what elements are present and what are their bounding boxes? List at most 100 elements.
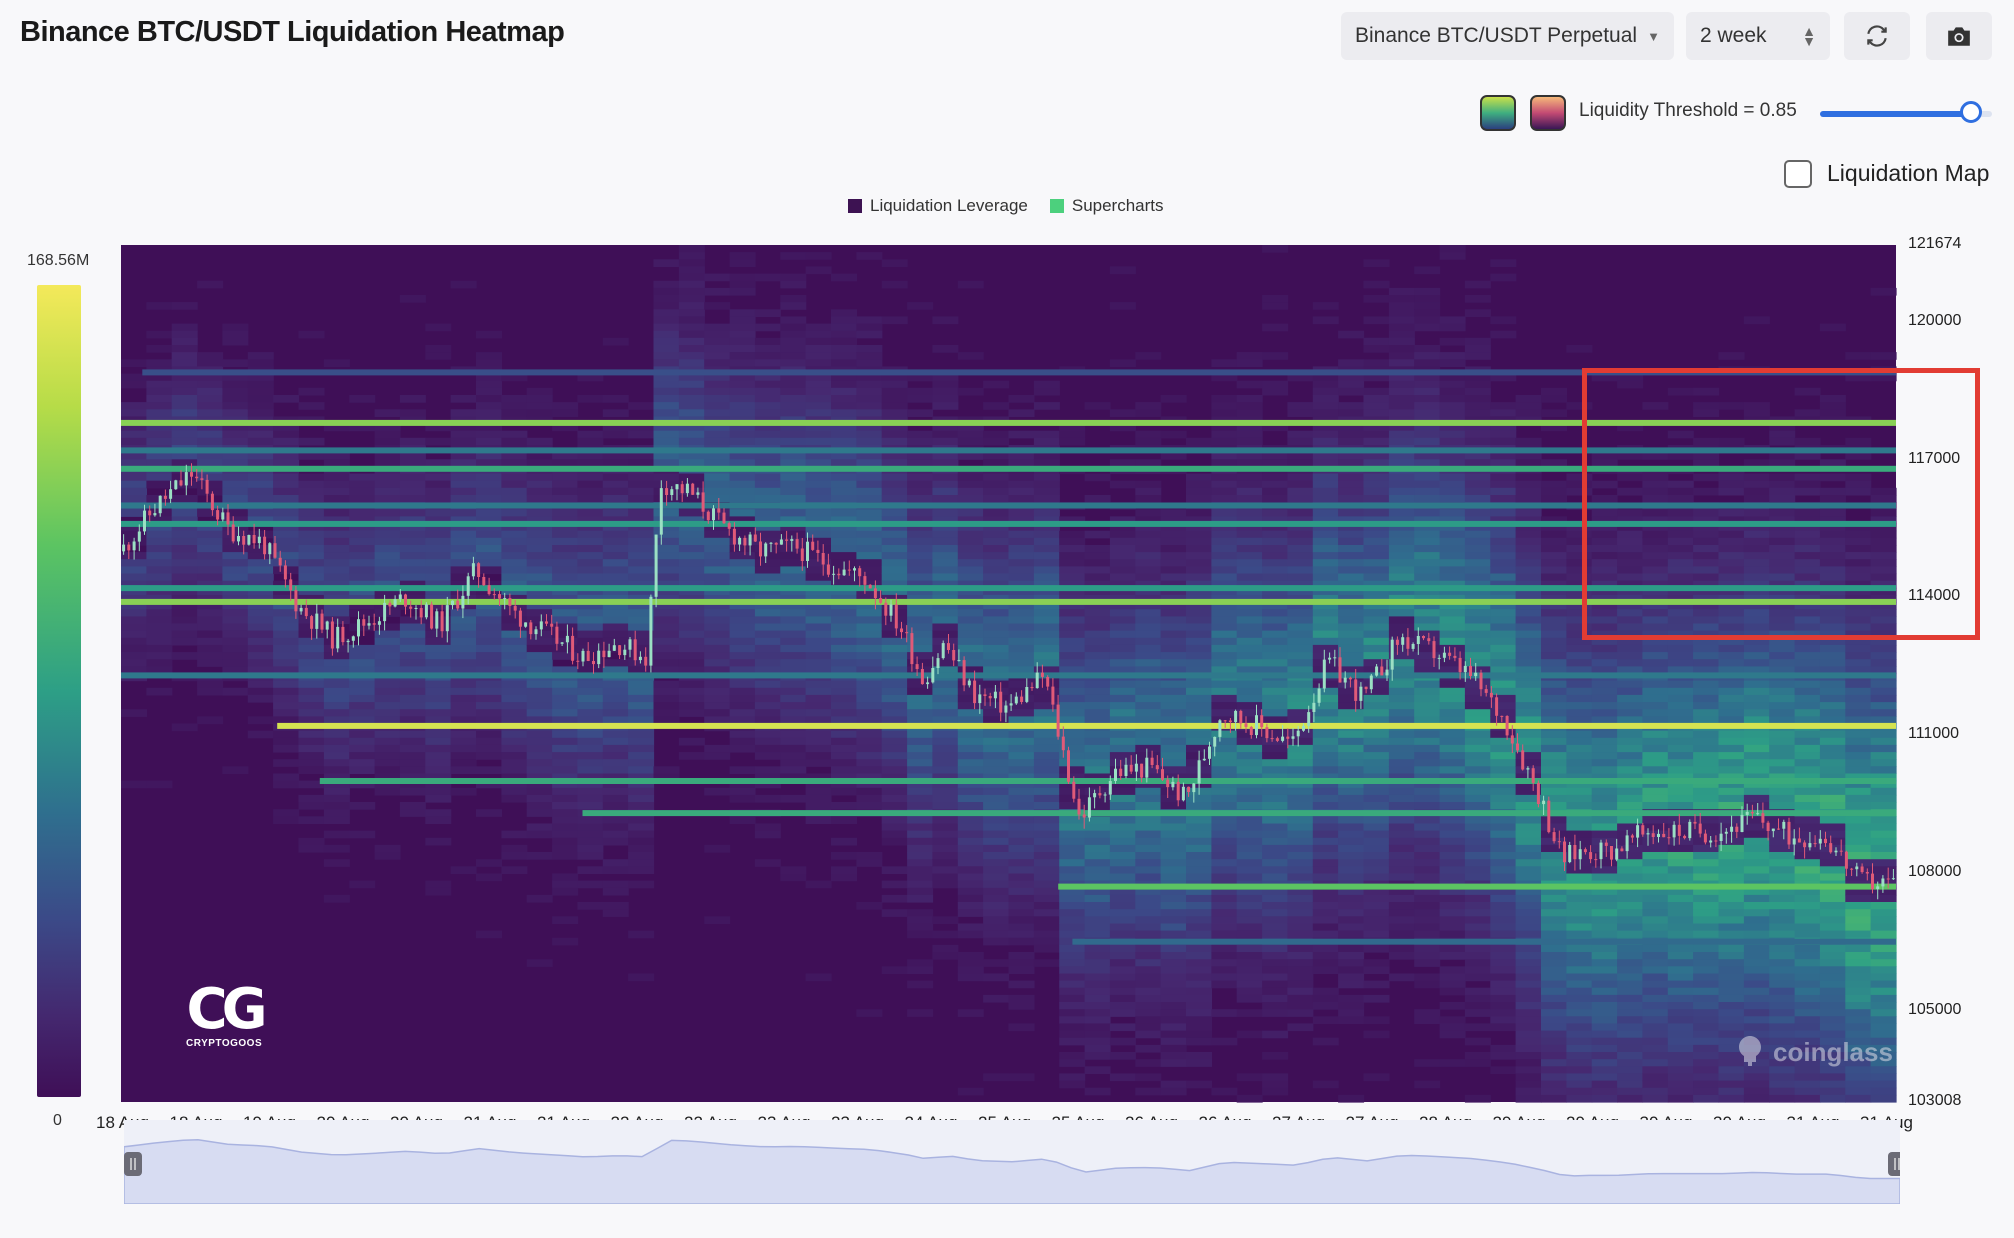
heatmap-cell <box>1388 709 1415 717</box>
heatmap-cell <box>476 680 502 689</box>
heatmap-cell <box>1059 759 1086 767</box>
heatmap-cell <box>628 495 655 503</box>
heatmap-cell <box>678 659 705 667</box>
heatmap-cell <box>323 730 350 739</box>
heatmap-cell <box>831 737 857 746</box>
heatmap-cell <box>1490 659 1517 667</box>
heatmap-cell <box>1287 802 1314 810</box>
heatmap-cell <box>323 487 350 496</box>
heatmap-cell <box>526 752 553 760</box>
heatmap-cell <box>1363 852 1390 860</box>
heatmap-cell <box>450 652 477 660</box>
heatmap-cell <box>602 687 629 696</box>
heatmap-cell <box>121 430 147 439</box>
heatmap-cell <box>856 616 883 625</box>
heatmap-cell <box>1414 345 1441 353</box>
heatmap-cell <box>399 295 426 303</box>
heatmap-cell <box>602 837 629 846</box>
heatmap-cell <box>653 509 680 517</box>
heatmap-cell <box>1515 1002 1542 1010</box>
heatmap-cell <box>1743 1016 1770 1024</box>
heatmap-cell <box>704 487 731 496</box>
heatmap-cell <box>1667 1087 1694 1096</box>
heatmap-cell <box>780 730 807 739</box>
heatmap-cell <box>323 659 350 667</box>
heatmap-cell <box>729 345 756 353</box>
heatmap-cell <box>1667 952 1694 960</box>
heatmap-cell <box>1236 1009 1263 1017</box>
heatmap-cell <box>1236 409 1263 417</box>
heatmap-cell <box>932 437 959 446</box>
heatmap-cell <box>1312 852 1339 860</box>
heatmap-cell <box>1033 530 1060 539</box>
heatmap-cell <box>1515 694 1542 703</box>
heatmap-cell <box>1135 559 1162 567</box>
heatmap-cell <box>1490 966 1517 974</box>
heatmap-cell <box>653 309 680 317</box>
heatmap-cell <box>704 430 731 439</box>
heatmap-cell <box>1541 644 1567 653</box>
heatmap-cell <box>121 437 147 446</box>
heatmap-cell <box>856 652 883 660</box>
heatmap-cell <box>323 737 350 746</box>
heatmap-cell <box>1008 566 1035 575</box>
heatmap-cell <box>1515 766 1542 774</box>
heatmap-cell <box>1566 987 1593 996</box>
heatmap-cell <box>805 794 832 803</box>
heatmap-cell <box>1667 1059 1694 1067</box>
heatmap-cell <box>704 659 731 667</box>
heatmap-cell <box>425 794 452 803</box>
heatmap-cell <box>831 552 857 560</box>
heatmap-cell <box>729 287 756 296</box>
heatmap-cell <box>856 559 883 567</box>
heatmap-cell <box>1338 637 1365 646</box>
heatmap-cell <box>425 487 452 496</box>
heatmap-cell <box>1490 1052 1517 1060</box>
heatmap-cell <box>1211 552 1238 560</box>
heatmap-cell <box>1236 637 1263 646</box>
heatmap-cell <box>628 759 655 767</box>
heatmap-cell <box>957 959 984 967</box>
heatmap-cell <box>1490 644 1517 653</box>
heatmap-cell <box>1617 694 1644 703</box>
heatmap-cell <box>1667 766 1694 774</box>
heatmap-cell <box>197 573 224 582</box>
heatmap-cell <box>729 316 756 325</box>
heatmap-cell <box>1287 902 1314 910</box>
heatmap-cell <box>1186 559 1212 567</box>
heatmap-cell <box>1667 1066 1694 1074</box>
heatmap-cell <box>704 616 731 625</box>
heatmap-cell <box>1718 966 1745 974</box>
heatmap-cell <box>1363 844 1390 853</box>
heatmap-cell <box>1312 994 1339 1003</box>
heatmap-cell <box>1135 566 1162 575</box>
heatmap-cell <box>1109 787 1136 796</box>
heatmap-cell <box>1160 1059 1187 1067</box>
heatmap-cell <box>450 473 477 482</box>
heatmap-cell <box>121 380 147 389</box>
heatmap-cell <box>1541 744 1567 753</box>
heatmap-cell <box>1617 930 1644 939</box>
heatmap-cell <box>907 487 934 496</box>
heatmap-cell <box>628 794 655 803</box>
heatmap-cell <box>1642 844 1669 853</box>
heatmap-cell <box>1287 952 1314 960</box>
heatmap-cell <box>1490 994 1517 1003</box>
heatmap-cell <box>805 637 832 646</box>
heatmap-cell <box>247 680 274 689</box>
heatmap-cell <box>1515 437 1542 446</box>
heatmap-cell <box>1008 473 1035 482</box>
heatmap-cell <box>1693 794 1720 803</box>
heatmap-cell <box>476 859 502 867</box>
heatmap-cell <box>678 252 705 260</box>
heatmap-cell <box>1541 652 1567 660</box>
heatmap-cell <box>171 652 198 660</box>
heatmap-cell <box>678 609 705 617</box>
heatmap-cell <box>653 687 680 696</box>
heatmap-cell <box>1363 1016 1390 1024</box>
heatmap-cell <box>1617 1080 1644 1089</box>
heatmap-cell <box>1439 380 1466 389</box>
heatmap-cell <box>1490 1044 1517 1053</box>
heatmap-cell <box>1439 430 1466 439</box>
heatmap-cell <box>678 630 705 639</box>
